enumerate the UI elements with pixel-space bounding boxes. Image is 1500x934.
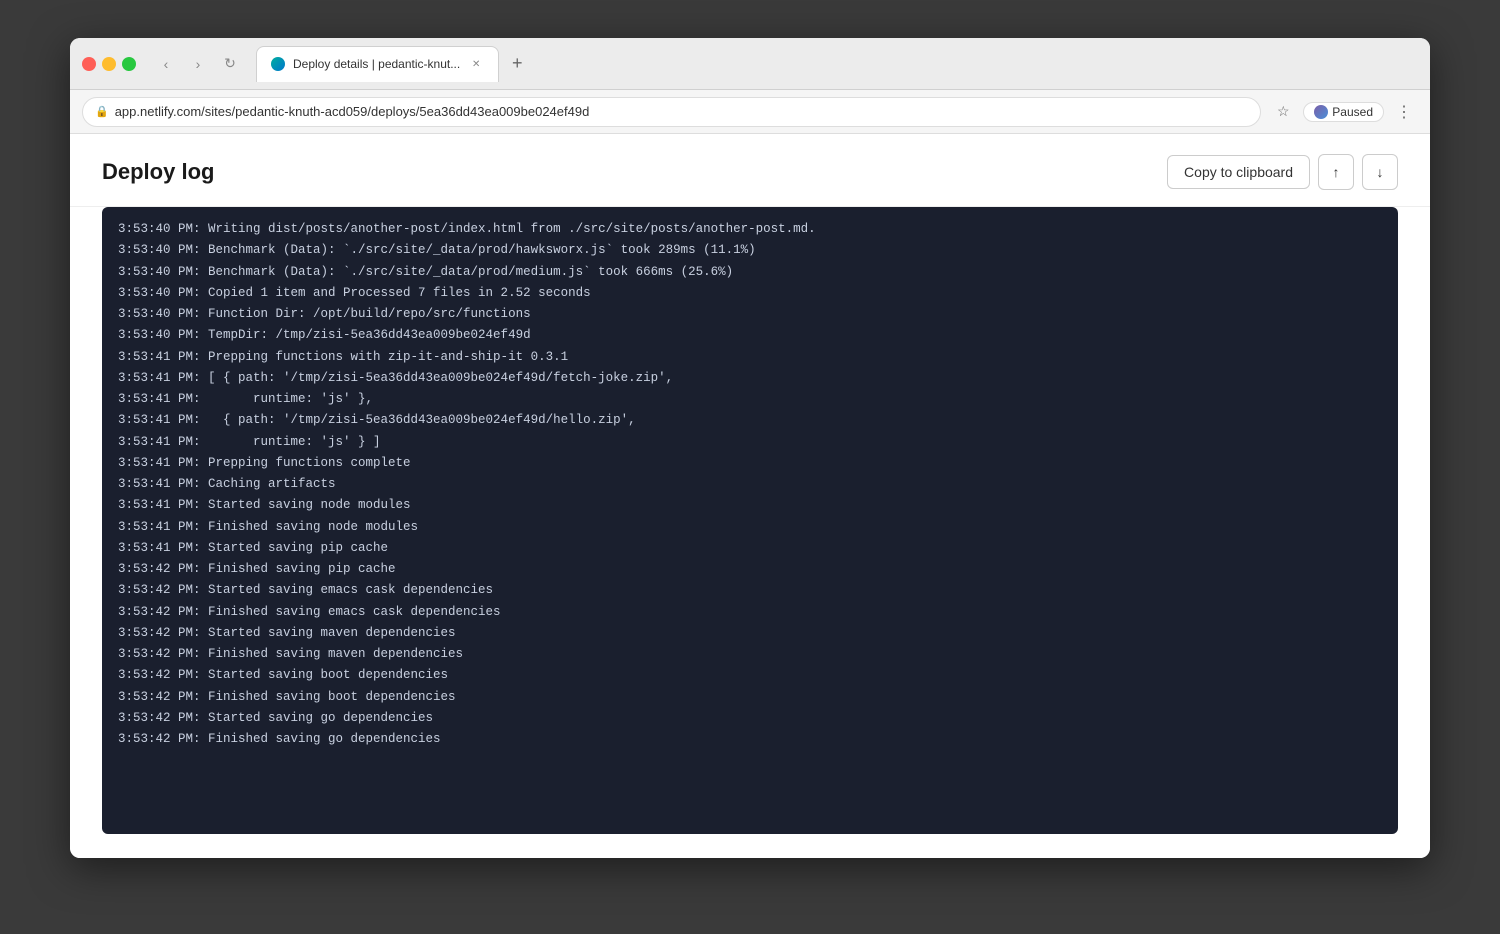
log-line: 3:53:41 PM: { path: '/tmp/zisi-5ea36dd43… [118, 410, 1382, 431]
log-line: 3:53:41 PM: Prepping functions complete [118, 453, 1382, 474]
log-line: 3:53:42 PM: Started saving emacs cask de… [118, 580, 1382, 601]
log-line: 3:53:42 PM: Finished saving maven depend… [118, 644, 1382, 665]
bookmark-button[interactable]: ☆ [1269, 98, 1297, 126]
log-line: 3:53:40 PM: Benchmark (Data): `./src/sit… [118, 262, 1382, 283]
log-line: 3:53:40 PM: Copied 1 item and Processed … [118, 283, 1382, 304]
reload-button[interactable]: ↻ [216, 50, 244, 78]
maximize-button[interactable] [122, 57, 136, 71]
tab-title: Deploy details | pedantic-knut... [293, 57, 460, 71]
menu-button[interactable]: ⋮ [1390, 98, 1418, 126]
minimize-button[interactable] [102, 57, 116, 71]
log-line: 3:53:40 PM: Writing dist/posts/another-p… [118, 219, 1382, 240]
new-tab-button[interactable]: + [503, 50, 531, 78]
log-line: 3:53:40 PM: TempDir: /tmp/zisi-5ea36dd43… [118, 325, 1382, 346]
lock-icon: 🔒 [95, 105, 109, 118]
profile-avatar [1314, 105, 1328, 119]
tab-favicon-icon [271, 57, 285, 71]
title-bar: ‹ › ↻ Deploy details | pedantic-knut... … [70, 38, 1430, 90]
back-button[interactable]: ‹ [152, 50, 180, 78]
log-line: 3:53:42 PM: Finished saving boot depende… [118, 687, 1382, 708]
page-title: Deploy log [102, 159, 214, 185]
close-button[interactable] [82, 57, 96, 71]
log-line: 3:53:41 PM: [ { path: '/tmp/zisi-5ea36dd… [118, 368, 1382, 389]
header-actions: Copy to clipboard ↑ ↓ [1167, 154, 1398, 190]
page-content: Deploy log Copy to clipboard ↑ ↓ 3:53:40… [70, 134, 1430, 858]
log-line: 3:53:42 PM: Started saving maven depende… [118, 623, 1382, 644]
address-input[interactable]: 🔒 app.netlify.com/sites/pedantic-knuth-a… [82, 97, 1261, 127]
scroll-up-button[interactable]: ↑ [1318, 154, 1354, 190]
log-container: 3:53:40 PM: Writing dist/posts/another-p… [102, 207, 1398, 834]
copy-to-clipboard-button[interactable]: Copy to clipboard [1167, 155, 1310, 189]
log-line: 3:53:41 PM: Started saving node modules [118, 495, 1382, 516]
log-line: 3:53:42 PM: Started saving boot dependen… [118, 665, 1382, 686]
traffic-lights [82, 57, 136, 71]
paused-badge: Paused [1303, 102, 1384, 122]
log-content[interactable]: 3:53:40 PM: Writing dist/posts/another-p… [102, 207, 1398, 834]
nav-buttons: ‹ › ↻ [152, 50, 244, 78]
log-line: 3:53:41 PM: runtime: 'js' }, [118, 389, 1382, 410]
address-bar: 🔒 app.netlify.com/sites/pedantic-knuth-a… [70, 90, 1430, 134]
log-line: 3:53:42 PM: Finished saving emacs cask d… [118, 602, 1382, 623]
log-line: 3:53:41 PM: Finished saving node modules [118, 517, 1382, 538]
page-header: Deploy log Copy to clipboard ↑ ↓ [70, 134, 1430, 207]
log-line: 3:53:41 PM: Started saving pip cache [118, 538, 1382, 559]
log-line: 3:53:42 PM: Started saving go dependenci… [118, 708, 1382, 729]
paused-label: Paused [1332, 105, 1373, 119]
log-line: 3:53:41 PM: runtime: 'js' } ] [118, 432, 1382, 453]
log-line: 3:53:41 PM: Caching artifacts [118, 474, 1382, 495]
browser-window: ‹ › ↻ Deploy details | pedantic-knut... … [70, 38, 1430, 858]
log-line: 3:53:42 PM: Finished saving pip cache [118, 559, 1382, 580]
log-line: 3:53:40 PM: Benchmark (Data): `./src/sit… [118, 240, 1382, 261]
tab-bar: Deploy details | pedantic-knut... ✕ + [256, 46, 1418, 82]
address-text: app.netlify.com/sites/pedantic-knuth-acd… [115, 104, 590, 119]
log-line: 3:53:40 PM: Function Dir: /opt/build/rep… [118, 304, 1382, 325]
tab-close-icon[interactable]: ✕ [468, 56, 484, 72]
scroll-down-button[interactable]: ↓ [1362, 154, 1398, 190]
log-line: 3:53:42 PM: Finished saving go dependenc… [118, 729, 1382, 750]
forward-button[interactable]: › [184, 50, 212, 78]
toolbar-right: ☆ Paused ⋮ [1269, 98, 1418, 126]
active-tab[interactable]: Deploy details | pedantic-knut... ✕ [256, 46, 499, 82]
log-line: 3:53:41 PM: Prepping functions with zip-… [118, 347, 1382, 368]
